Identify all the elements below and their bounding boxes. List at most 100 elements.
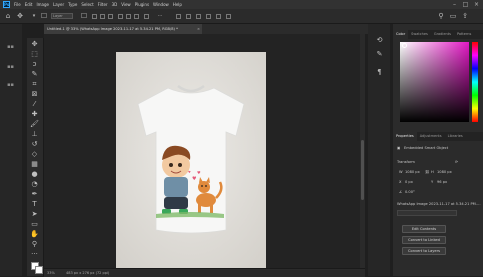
lasso-tool-icon[interactable]: ↄ xyxy=(30,60,39,69)
angle-field[interactable]: 0.00° xyxy=(405,190,415,195)
3d-pan-icon[interactable] xyxy=(206,14,211,19)
3d-orbit-icon[interactable] xyxy=(186,14,191,19)
document-canvas[interactable]: ♥ ♥ ♥ xyxy=(116,52,266,269)
pen-tool-icon[interactable]: ✒ xyxy=(30,190,39,199)
3d-slide-icon[interactable] xyxy=(216,14,221,19)
collapsed-panel-icon-2[interactable]: ▪▪ xyxy=(6,64,15,71)
color-picker-field[interactable] xyxy=(400,42,469,122)
align-bottom-icon[interactable] xyxy=(134,14,139,19)
hand-tool-icon[interactable]: ✋ xyxy=(30,230,39,239)
artboard-tool-icon[interactable]: ⬚ xyxy=(30,50,39,59)
maximize-button[interactable]: □ xyxy=(462,1,469,8)
brush-tool-icon[interactable]: 🖌 xyxy=(30,120,39,129)
options-bar: ⌂ ✥ ▾ ☐ Layer ☐ ··· ⚲ ▭ ⇪ xyxy=(0,9,483,24)
svg-text:♥: ♥ xyxy=(197,170,201,175)
menu-layer[interactable]: Layer xyxy=(53,1,64,8)
reset-transform-icon[interactable]: ⟳ xyxy=(455,160,458,165)
color-picker-marker[interactable] xyxy=(402,43,407,48)
home-icon[interactable]: ⌂ xyxy=(4,12,12,20)
crop-tool-icon[interactable]: ⌗ xyxy=(30,80,39,89)
document-info[interactable]: 483 px x 276 px (72 ppi) xyxy=(66,270,109,276)
dodge-tool-icon[interactable]: ◔ xyxy=(30,180,39,189)
align-middle-icon[interactable] xyxy=(126,14,131,19)
clone-stamp-tool-icon[interactable]: ⊥ xyxy=(30,130,39,139)
3d-mode-icon[interactable] xyxy=(176,14,181,19)
layer-comp-dropdown[interactable] xyxy=(397,210,457,216)
path-selection-tool-icon[interactable]: ➤ xyxy=(30,210,39,219)
convert-to-linked-button[interactable]: Convert to Linked xyxy=(402,236,446,244)
gradient-tool-icon[interactable]: ▦ xyxy=(30,160,39,169)
collapsed-panel-icon-1[interactable]: ▪▪ xyxy=(6,44,15,51)
distribute-icon[interactable] xyxy=(144,14,149,19)
photoshop-logo: Ps xyxy=(3,1,10,8)
move-tool-icon[interactable]: ✥ xyxy=(30,40,39,49)
eraser-tool-icon[interactable]: ◇ xyxy=(30,150,39,159)
auto-select-target-dropdown[interactable]: Layer xyxy=(51,13,73,19)
tab-libraries[interactable]: Libraries xyxy=(445,132,466,141)
edit-contents-button[interactable]: Edit Contents xyxy=(402,225,446,233)
menu-view[interactable]: View xyxy=(121,1,131,8)
share-icon[interactable]: ⇪ xyxy=(461,12,469,20)
minimize-button[interactable]: – xyxy=(451,1,458,8)
search-icon[interactable]: ⚲ xyxy=(437,12,445,20)
vertical-scrollbar-thumb[interactable] xyxy=(361,140,364,200)
align-top-icon[interactable] xyxy=(118,14,123,19)
close-window-button[interactable]: × xyxy=(473,1,480,8)
menu-help[interactable]: Help xyxy=(173,1,182,8)
align-right-icon[interactable] xyxy=(108,14,113,19)
height-field[interactable]: 1080 px xyxy=(437,170,452,175)
menu-image[interactable]: Image xyxy=(36,1,49,8)
menu-file[interactable]: File xyxy=(14,1,21,8)
convert-to-layers-button[interactable]: Convert to Layers xyxy=(402,247,446,255)
3d-scale-icon[interactable] xyxy=(226,14,231,19)
menu-window[interactable]: Window xyxy=(153,1,169,8)
more-options-icon[interactable]: ··· xyxy=(156,12,164,20)
menu-plugins[interactable]: Plugins xyxy=(135,1,149,8)
type-tool-icon[interactable]: T xyxy=(30,200,39,209)
auto-select-checkbox-icon[interactable]: ☐ xyxy=(40,12,48,20)
x-field[interactable]: 0 px xyxy=(405,180,413,185)
hue-slider[interactable] xyxy=(472,42,478,122)
rectangle-tool-icon[interactable]: ▭ xyxy=(30,220,39,229)
menu-filter[interactable]: Filter xyxy=(98,1,108,8)
menu-edit[interactable]: Edit xyxy=(25,1,33,8)
workspace-icon[interactable]: ▭ xyxy=(449,12,457,20)
move-icon[interactable]: ✥ xyxy=(16,12,24,20)
brush-panel-icon[interactable]: ✎ xyxy=(375,50,384,59)
zoom-tool-icon[interactable]: ⚲ xyxy=(30,240,39,249)
collapsed-panel-icon-3[interactable]: ▪▪ xyxy=(6,82,15,89)
tool-preset-dropdown-icon[interactable]: ▾ xyxy=(30,12,38,20)
history-panel-icon[interactable]: ⟲ xyxy=(375,36,384,45)
transform-controls-icon[interactable]: ☐ xyxy=(80,12,88,20)
svg-text:♥: ♥ xyxy=(188,170,191,174)
align-center-icon[interactable] xyxy=(100,14,105,19)
blur-tool-icon[interactable]: ● xyxy=(30,170,39,179)
background-color-swatch[interactable] xyxy=(35,266,43,274)
healing-brush-tool-icon[interactable]: ✚ xyxy=(30,110,39,119)
frame-tool-icon[interactable]: ⊠ xyxy=(30,90,39,99)
tab-adjustments[interactable]: Adjustments xyxy=(417,132,445,141)
width-field[interactable]: 1080 px xyxy=(405,170,420,175)
menu-type[interactable]: Type xyxy=(68,1,77,8)
tab-color[interactable]: Color xyxy=(393,30,409,39)
tab-swatches[interactable]: Swatches xyxy=(408,30,431,39)
menu-3d[interactable]: 3D xyxy=(112,1,118,8)
3d-roll-icon[interactable] xyxy=(196,14,201,19)
tab-properties[interactable]: Properties xyxy=(393,132,417,141)
tab-patterns[interactable]: Patterns xyxy=(454,30,474,39)
zoom-level[interactable]: 33% xyxy=(47,270,55,276)
y-field[interactable]: 96 px xyxy=(437,180,447,185)
align-left-icon[interactable] xyxy=(92,14,97,19)
history-brush-tool-icon[interactable]: ↺ xyxy=(30,140,39,149)
close-tab-icon[interactable]: × xyxy=(197,24,200,34)
more-tools-icon[interactable]: ··· xyxy=(30,250,39,259)
menu-select[interactable]: Select xyxy=(81,1,93,8)
eyedropper-tool-icon[interactable]: ⁄ xyxy=(30,100,39,109)
layer-type-label: Embedded Smart Object xyxy=(404,146,449,150)
document-tab[interactable]: Untitled-1 @ 33% (WhatsApp Image 2023-11… xyxy=(44,24,202,34)
color-panel-tabs: Color Swatches Gradients Patterns xyxy=(393,30,483,39)
paragraph-panel-icon[interactable]: ¶ xyxy=(375,68,384,77)
tab-gradients[interactable]: Gradients xyxy=(431,30,454,39)
link-dimensions-icon[interactable]: ⛓ xyxy=(425,170,430,175)
quick-selection-tool-icon[interactable]: ✎ xyxy=(30,70,39,79)
